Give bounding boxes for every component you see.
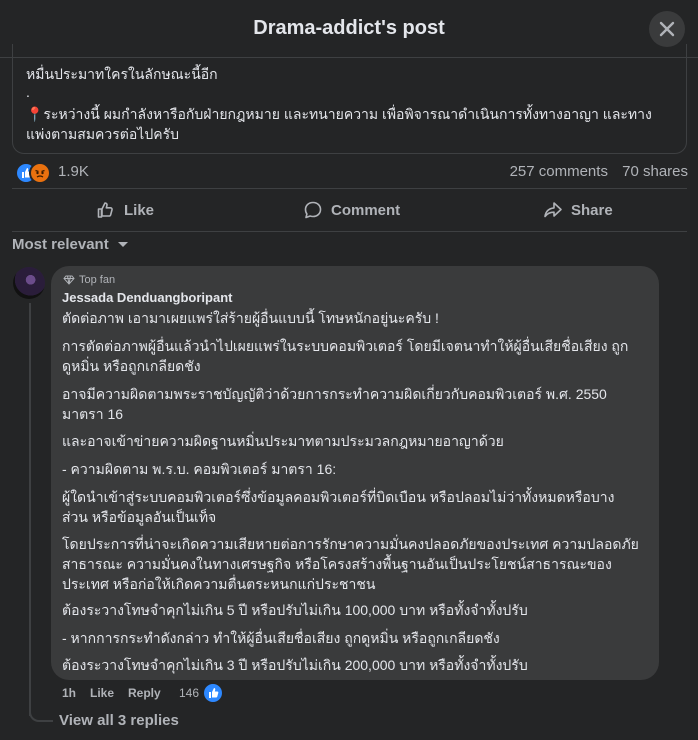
comment-line: อาจมีความผิดตามพระราชบัญญัติว่าด้วยการกร… bbox=[62, 386, 607, 402]
share-button[interactable]: Share bbox=[543, 189, 613, 231]
comment-line: ผู้ใดนำเข้าสู่ระบบคอมพิวเตอร์ซึ่งข้อมูลค… bbox=[62, 489, 615, 505]
post-line: แพ่งตามสมควรต่อไปครับ bbox=[26, 126, 179, 142]
comment-bubble: Top fan Jessada Denduangboripant ตัดต่อภ… bbox=[51, 266, 659, 680]
action-bar: Like Comment Share bbox=[12, 188, 687, 232]
comment-line: - หากการกระทำดังกล่าว ทำให้ผู้อื่นเสียชื… bbox=[62, 630, 500, 646]
post-stats: 1.9K 257 comments 70 shares bbox=[0, 160, 698, 184]
post-line: . bbox=[26, 84, 30, 100]
comment-line: สาธารณะ ความมั่นคงในทางเศรษฐกิจ หรือโครง… bbox=[62, 556, 612, 572]
comment-line: ตัดต่อภาพ เอามาเผยแพร่ใส่ร้ายผู้อื่นแบบน… bbox=[62, 310, 439, 326]
comment-reply-button[interactable]: Reply bbox=[128, 686, 161, 700]
comment-line: ประเทศ หรือก่อให้เกิดความตื่นตระหนกแก่ปร… bbox=[62, 576, 376, 592]
comments-count[interactable]: 257 comments bbox=[510, 163, 608, 180]
diamond-icon bbox=[63, 275, 75, 285]
comment-author[interactable]: Jessada Denduangboripant bbox=[62, 290, 232, 305]
comment-like-button[interactable]: Like bbox=[90, 686, 114, 700]
comment-timestamp[interactable]: 1h bbox=[62, 686, 76, 700]
post-line: 📍ระหว่างนี้ ผมกำลังหารือกับฝ่ายกฎหมาย แล… bbox=[26, 106, 652, 122]
comment-sort-dropdown[interactable]: Most relevant bbox=[12, 236, 129, 253]
thumbs-up-icon bbox=[97, 202, 113, 218]
thread-connector bbox=[29, 702, 53, 722]
close-icon bbox=[659, 21, 675, 37]
comment-line: ต้องระวางโทษจำคุกไม่เกิน 5 ปี หรือปรับไม… bbox=[62, 602, 528, 618]
reactions-count[interactable]: 1.9K bbox=[58, 163, 89, 180]
thread-line bbox=[29, 303, 31, 716]
engagement-counts: 257 comments 70 shares bbox=[500, 163, 688, 180]
dialog-title: Drama-addict's post bbox=[253, 17, 445, 39]
angry-reaction-icon bbox=[29, 162, 51, 184]
reactions-summary[interactable] bbox=[15, 162, 55, 184]
comment-button[interactable]: Comment bbox=[303, 189, 400, 231]
sort-label: Most relevant bbox=[12, 236, 109, 253]
comment-icon bbox=[304, 201, 322, 219]
comment-line: ส่วน หรือข้อมูลอันเป็นเท็จ bbox=[62, 509, 217, 525]
like-button[interactable]: Like bbox=[96, 189, 154, 231]
caret-down-icon bbox=[117, 242, 128, 248]
view-replies-link[interactable]: View all 3 replies bbox=[59, 712, 179, 729]
post-line: หมื่นประมาทใครในลักษณะนี้อีก bbox=[26, 66, 218, 82]
comment-line: โดยประการที่น่าจะเกิดความเสียหายต่อการรั… bbox=[62, 536, 639, 552]
top-fan-badge: Top fan bbox=[63, 274, 115, 286]
like-reaction-icon bbox=[202, 682, 224, 704]
like-label: Like bbox=[124, 201, 155, 219]
comment-line: - ความผิดตาม พ.ร.บ. คอมพิวเตอร์ มาตรา 16… bbox=[62, 461, 337, 477]
share-label: Share bbox=[571, 201, 613, 219]
badge-label: Top fan bbox=[79, 274, 116, 286]
share-icon bbox=[544, 202, 562, 218]
comment-line: ดูหมิ่น หรือถูกเกลียดชัง bbox=[62, 358, 201, 374]
comment-like-count[interactable]: 146 bbox=[179, 686, 199, 700]
shares-count[interactable]: 70 shares bbox=[622, 163, 688, 180]
comment-line: มาตรา 16 bbox=[62, 406, 124, 422]
avatar[interactable] bbox=[13, 267, 45, 299]
comment-line: ต้องระวางโทษจำคุกไม่เกิน 3 ปี หรือปรับไม… bbox=[62, 657, 528, 673]
comment-line: และอาจเข้าข่ายความผิดฐานหมิ่นประมาทตามปร… bbox=[62, 433, 504, 449]
close-button[interactable] bbox=[649, 11, 685, 47]
comment-label: Comment bbox=[331, 201, 401, 219]
comment-line: การตัดต่อภาพผู้อื่นแล้วนำไปเผยแพร่ในระบบ… bbox=[62, 338, 629, 354]
